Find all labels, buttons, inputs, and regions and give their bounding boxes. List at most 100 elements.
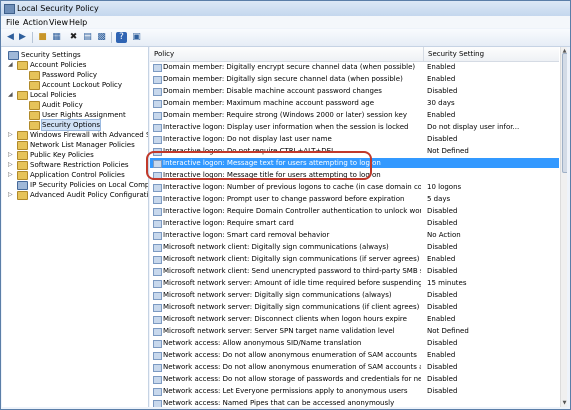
policy-icon xyxy=(153,340,162,348)
security-setting: Disabled xyxy=(427,135,458,143)
policy-name: Network access: Do not allow storage of … xyxy=(163,375,421,383)
folder-icon xyxy=(17,141,28,150)
table-row[interactable]: Interactive logon: Smart card removal be… xyxy=(150,230,559,240)
folder-icon xyxy=(29,71,40,80)
delete-icon[interactable]: ✖ xyxy=(68,32,79,43)
column-divider[interactable] xyxy=(423,47,424,61)
policy-icon xyxy=(153,196,162,204)
back-icon[interactable]: ◀ xyxy=(5,32,16,43)
security-setting: Do not display user infor... xyxy=(427,123,520,131)
policy-icon xyxy=(153,376,162,384)
collapse-icon[interactable]: ◢ xyxy=(8,90,15,100)
toolbar: ◀ ▶ ■ ▦ ✖ ▤ ▩ ? ▣ xyxy=(1,29,570,47)
list-header: Policy Security Setting xyxy=(150,47,559,62)
show-hide-tree-icon[interactable]: ▦ xyxy=(51,32,62,43)
policy-icon xyxy=(153,316,162,324)
forward-icon[interactable]: ▶ xyxy=(17,32,28,43)
security-setting: Disabled xyxy=(427,303,458,311)
table-row[interactable]: Microsoft network client: Digitally sign… xyxy=(150,254,559,264)
table-row[interactable]: Microsoft network client: Send unencrypt… xyxy=(150,266,559,276)
security-setting: Enabled xyxy=(427,255,456,263)
table-row[interactable]: Interactive logon: Do not require CTRL+A… xyxy=(150,146,559,156)
policy-name: Microsoft network server: Digitally sign… xyxy=(163,303,420,311)
folder-icon xyxy=(17,161,28,170)
up-icon[interactable]: ■ xyxy=(37,32,48,43)
expand-icon[interactable]: ▷ xyxy=(8,170,15,180)
security-setting: Enabled xyxy=(427,63,456,71)
folder-icon xyxy=(17,131,28,140)
table-row[interactable]: Network access: Let Everyone permissions… xyxy=(150,386,559,396)
security-setting: Enabled xyxy=(427,315,456,323)
table-row[interactable]: Network access: Do not allow anonymous e… xyxy=(150,362,559,372)
table-row[interactable]: Interactive logon: Message text for user… xyxy=(150,158,559,168)
policy-icon xyxy=(153,220,162,228)
column-header-setting[interactable]: Security Setting xyxy=(428,50,484,58)
table-row[interactable]: Interactive logon: Require Domain Contro… xyxy=(150,206,559,216)
toolbar-separator xyxy=(32,32,33,43)
policy-icon xyxy=(153,64,162,72)
export-icon[interactable]: ▩ xyxy=(96,32,107,43)
policy-name: Interactive logon: Display user informat… xyxy=(163,123,409,131)
table-row[interactable]: Microsoft network server: Digitally sign… xyxy=(150,290,559,300)
table-row[interactable]: Interactive logon: Display user informat… xyxy=(150,122,559,132)
table-row[interactable]: Domain member: Disable machine account p… xyxy=(150,86,559,96)
expand-icon[interactable]: ▷ xyxy=(8,190,15,200)
vertical-scrollbar[interactable]: ▲ ▼ xyxy=(560,47,567,407)
table-row[interactable]: Microsoft network server: Server SPN tar… xyxy=(150,326,559,336)
table-row[interactable]: Network access: Allow anonymous SID/Name… xyxy=(150,338,559,348)
expand-icon[interactable]: ▷ xyxy=(8,150,15,160)
table-row[interactable]: Network access: Do not allow anonymous e… xyxy=(150,350,559,360)
table-row[interactable]: Interactive logon: Do not display last u… xyxy=(150,134,559,144)
table-row[interactable]: Interactive logon: Number of previous lo… xyxy=(150,182,559,192)
security-setting: Disabled xyxy=(427,339,458,347)
security-setting: 15 minutes xyxy=(427,279,467,287)
policy-name: Interactive logon: Require Domain Contro… xyxy=(163,207,421,215)
table-row[interactable]: Network access: Named Pipes that can be … xyxy=(150,398,559,407)
folder-icon xyxy=(29,111,40,120)
table-row[interactable]: Network access: Do not allow storage of … xyxy=(150,374,559,384)
table-row[interactable]: Interactive logon: Require smart card Dis… xyxy=(150,218,559,228)
policy-icon xyxy=(153,352,162,360)
policy-name: Microsoft network server: Digitally sign… xyxy=(163,291,392,299)
table-row[interactable]: Microsoft network server: Digitally sign… xyxy=(150,302,559,312)
policy-name: Network access: Do not allow anonymous e… xyxy=(163,363,421,371)
menu-file[interactable]: File xyxy=(6,18,19,27)
policy-icon xyxy=(153,364,162,372)
table-row[interactable]: Interactive logon: Message title for use… xyxy=(150,170,559,180)
help-icon[interactable]: ? xyxy=(116,32,127,43)
collapse-icon[interactable]: ◢ xyxy=(8,60,15,70)
policy-name: Microsoft network client: Digitally sign… xyxy=(163,243,389,251)
folder-icon xyxy=(29,81,40,90)
security-settings-icon xyxy=(8,51,19,60)
properties-icon[interactable]: ▤ xyxy=(82,32,93,43)
policy-name: Interactive logon: Number of previous lo… xyxy=(163,183,421,191)
policy-name: Interactive logon: Do not display last u… xyxy=(163,135,332,143)
table-row[interactable]: Interactive logon: Prompt user to change… xyxy=(150,194,559,204)
menu-help[interactable]: Help xyxy=(69,18,87,27)
scroll-thumb[interactable] xyxy=(562,53,567,173)
policy-name: Network access: Let Everyone permissions… xyxy=(163,387,408,395)
menu-view[interactable]: View xyxy=(49,18,68,27)
ip-security-icon xyxy=(17,181,28,190)
table-row[interactable]: Microsoft network server: Disconnect cli… xyxy=(150,314,559,324)
console-icon[interactable]: ▣ xyxy=(131,32,142,43)
table-row[interactable]: Microsoft network server: Amount of idle… xyxy=(150,278,559,288)
expand-icon[interactable]: ▷ xyxy=(8,130,15,140)
menu-action[interactable]: Action xyxy=(23,18,48,27)
table-row[interactable]: Microsoft network client: Digitally sign… xyxy=(150,242,559,252)
security-setting: 5 days xyxy=(427,195,451,203)
column-header-policy[interactable]: Policy xyxy=(154,50,174,58)
policy-icon xyxy=(153,88,162,96)
expand-icon[interactable]: ▷ xyxy=(8,160,15,170)
table-row[interactable]: Domain member: Require strong (Windows 2… xyxy=(150,110,559,120)
policy-name: Interactive logon: Do not require CTRL+A… xyxy=(163,147,335,155)
scroll-down-icon[interactable]: ▼ xyxy=(561,399,567,407)
security-setting: Not Defined xyxy=(427,327,469,335)
security-setting: Enabled xyxy=(427,75,456,83)
table-row[interactable]: Domain member: Digitally sign secure cha… xyxy=(150,74,559,84)
folder-icon xyxy=(17,191,28,200)
table-row[interactable]: Domain member: Maximum machine account p… xyxy=(150,98,559,108)
table-row[interactable]: Domain member: Digitally encrypt secure … xyxy=(150,62,559,72)
policy-name: Domain member: Digitally sign secure cha… xyxy=(163,75,403,83)
title-bar: Local Security Policy xyxy=(1,1,570,16)
